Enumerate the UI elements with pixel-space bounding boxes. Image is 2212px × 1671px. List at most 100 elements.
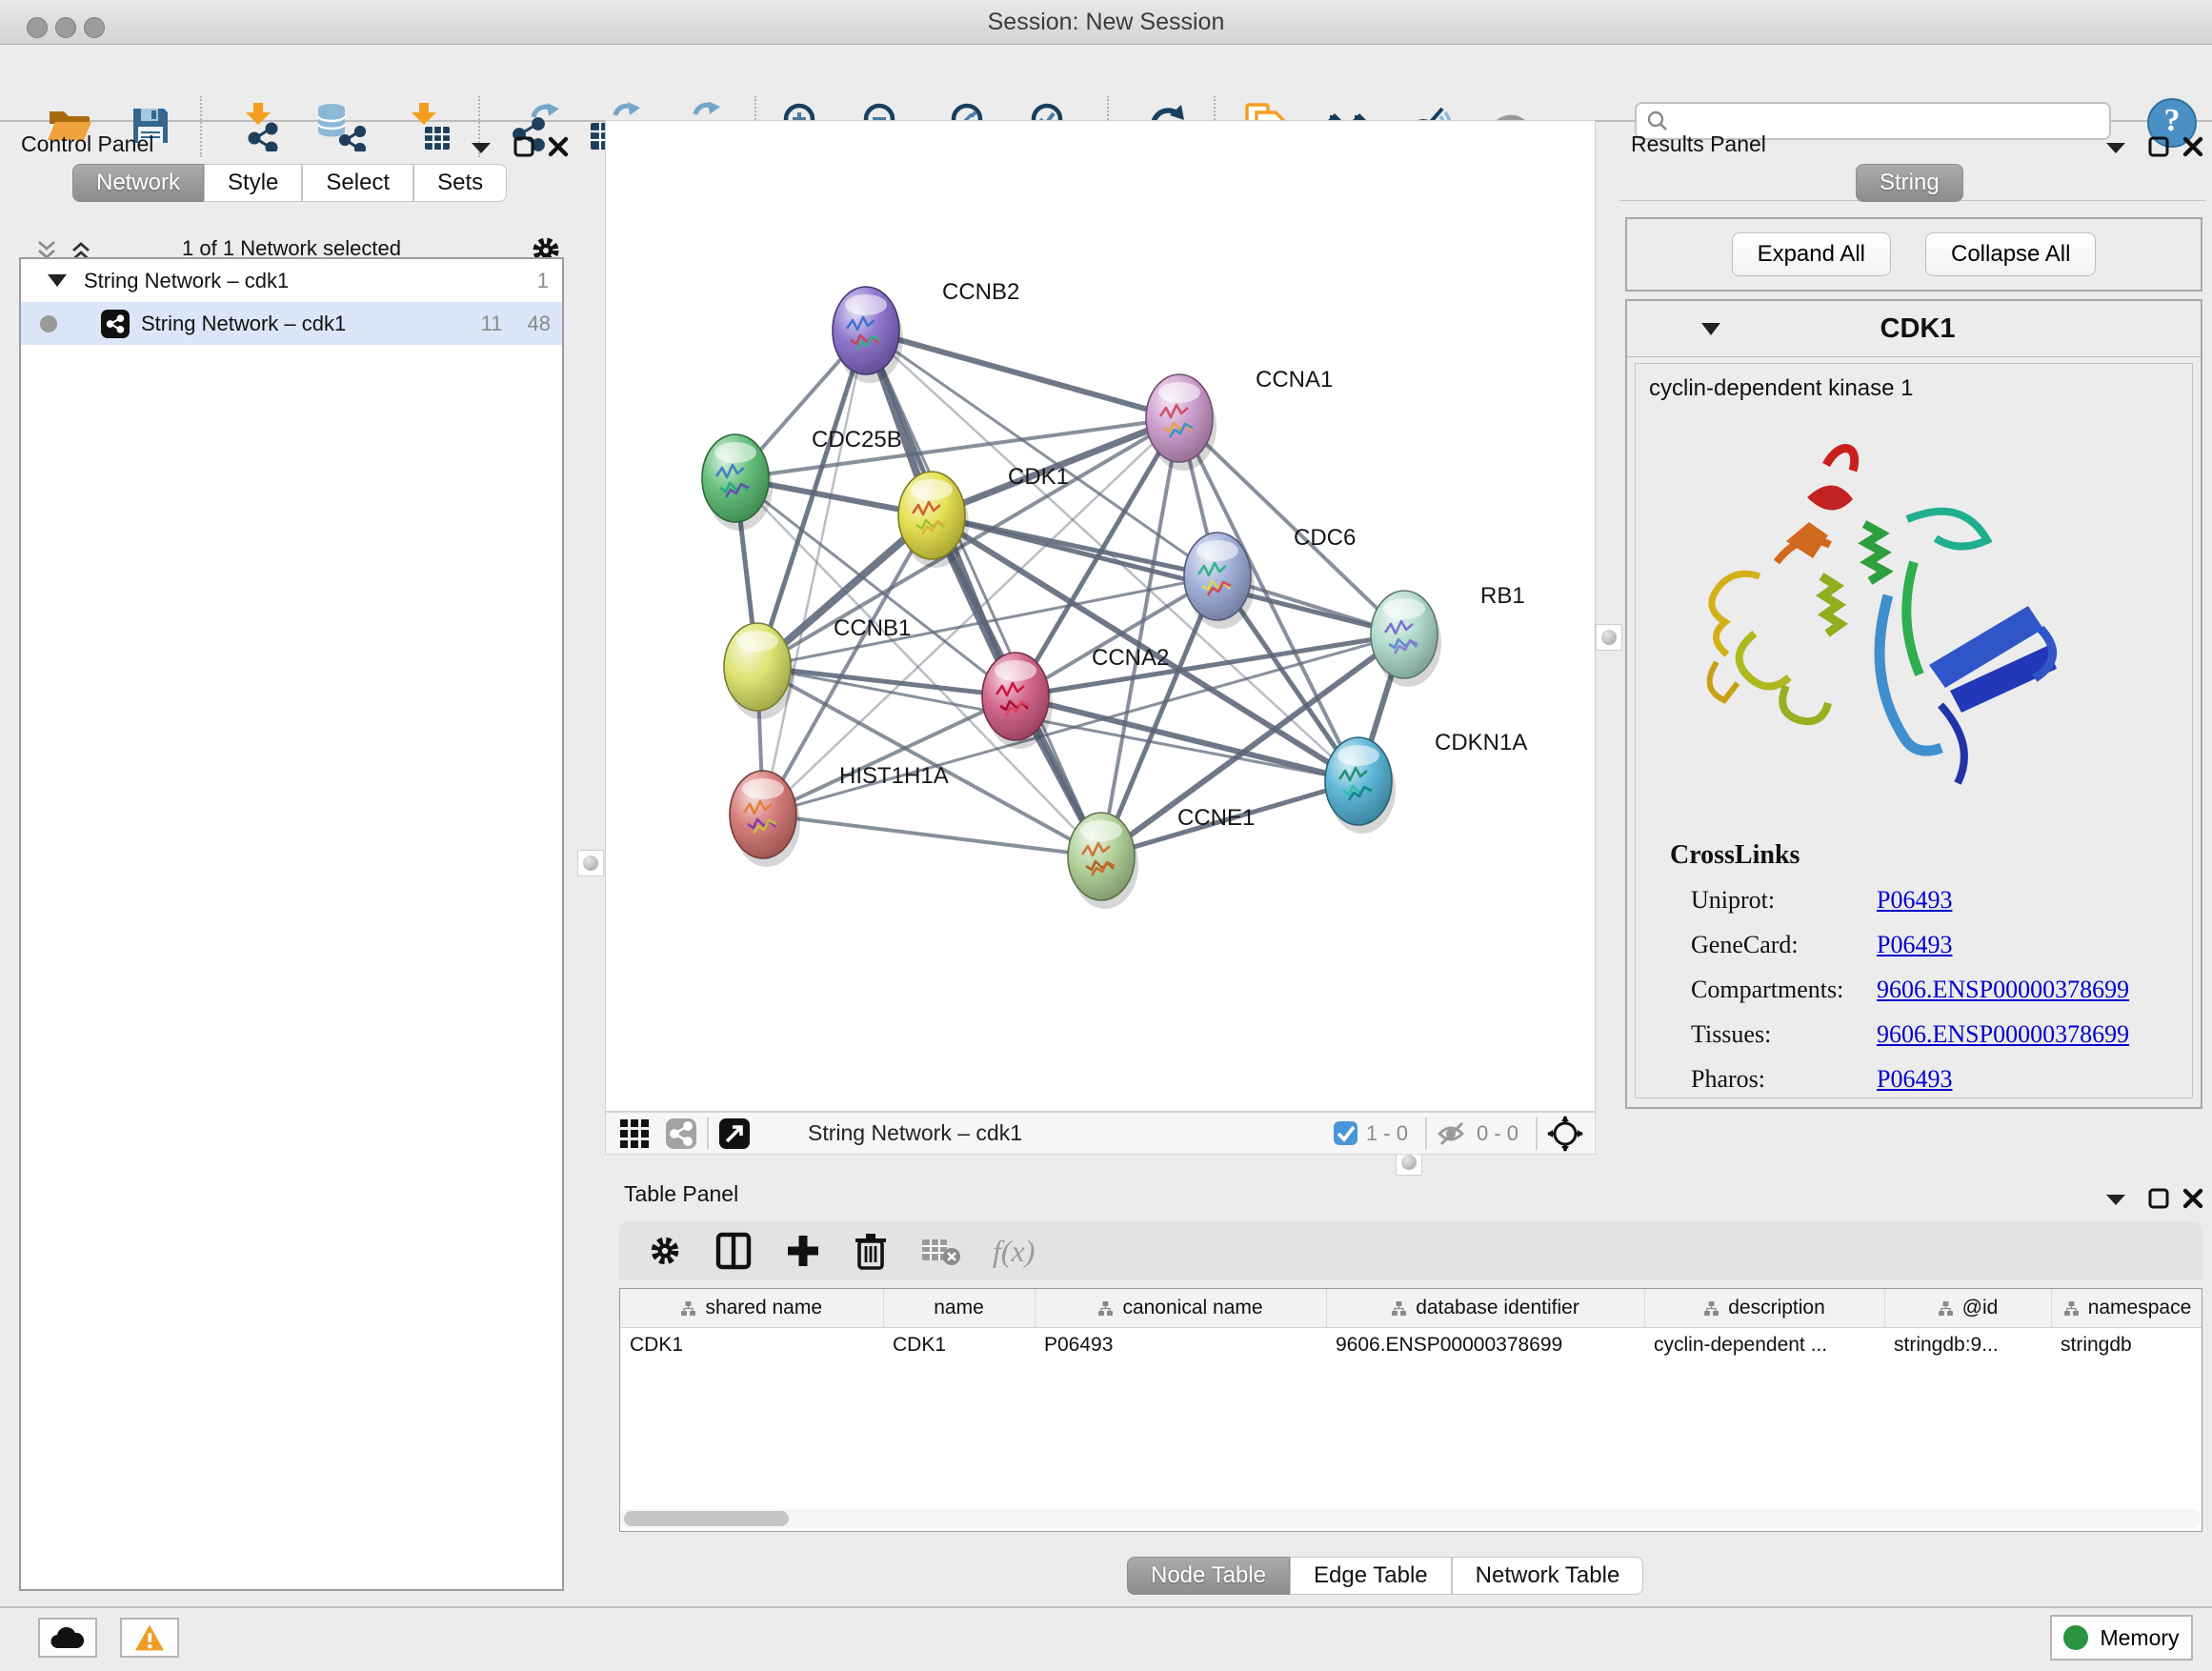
network-canvas[interactable]: CCNB2CCNA1CDC25BCDK1CDC6RB1CCNB1CCNA2CDK… bbox=[605, 120, 1596, 1112]
column-header-shared-name[interactable]: shared name bbox=[620, 1289, 883, 1328]
control-panel-collapse-button[interactable] bbox=[471, 141, 492, 159]
open-in-browser-button[interactable] bbox=[718, 1113, 751, 1155]
table-options-button[interactable] bbox=[648, 1230, 682, 1272]
results-panel-title: Results Panel bbox=[1631, 131, 1766, 157]
node-RB1[interactable]: RB1 bbox=[1371, 583, 1525, 687]
crosslink-link[interactable]: 9606.ENSP00000378699 bbox=[1877, 1020, 2129, 1049]
table-panel-collapse-button[interactable] bbox=[2105, 1193, 2126, 1211]
left-splitter-grip[interactable] bbox=[577, 850, 604, 876]
selected-node-edge-counts: 1 - 0 bbox=[1366, 1121, 1408, 1146]
float-window-icon bbox=[513, 135, 535, 158]
delete-columns-button[interactable] bbox=[854, 1230, 888, 1272]
control-panel-float-button[interactable] bbox=[513, 135, 535, 163]
tree-expander-icon[interactable] bbox=[48, 274, 67, 287]
function-builder-button[interactable]: f(x) bbox=[993, 1230, 1035, 1272]
crosslink-label: Compartments: bbox=[1691, 976, 1877, 1004]
edge-CCNB2-HIST1H1A[interactable] bbox=[763, 331, 866, 815]
warnings-button[interactable] bbox=[120, 1618, 179, 1658]
column-type-icon bbox=[1391, 1300, 1407, 1317]
toolbar-separator bbox=[1536, 1117, 1538, 1150]
crosslink-link[interactable]: 9606.ENSP00000378699 bbox=[1877, 976, 2129, 1004]
delete-table-icon bbox=[920, 1236, 960, 1266]
table-panel-close-button[interactable] bbox=[2182, 1187, 2204, 1215]
current-network-title: String Network – cdk1 bbox=[808, 1120, 1022, 1146]
results-buttons-box: Expand All Collapse All bbox=[1625, 217, 2202, 292]
results-panel-float-button[interactable] bbox=[2147, 135, 2170, 163]
table-panel-float-button[interactable] bbox=[2147, 1187, 2170, 1215]
column-header-namespace[interactable]: namespace bbox=[2051, 1289, 2202, 1328]
birds-eye-view-button[interactable] bbox=[619, 1113, 650, 1155]
plus-icon bbox=[785, 1233, 821, 1269]
column-header-database-identifier[interactable]: database identifier bbox=[1326, 1289, 1644, 1328]
tab-string[interactable]: String bbox=[1856, 164, 1963, 202]
node-label-CDC25B: CDC25B bbox=[812, 427, 902, 453]
network-row[interactable]: String Network – cdk1 11 48 bbox=[21, 302, 562, 345]
table-hscrollbar-track[interactable] bbox=[620, 1509, 2201, 1528]
node-label-CCNE1: CCNE1 bbox=[1177, 805, 1255, 831]
tab-edge-table[interactable]: Edge Table bbox=[1290, 1557, 1452, 1595]
edge-HIST1H1A-CCNE1[interactable] bbox=[763, 815, 1101, 856]
tab-network-table[interactable]: Network Table bbox=[1452, 1557, 1644, 1595]
table-panel-tabs: Node TableEdge TableNetwork Table bbox=[1127, 1557, 1643, 1595]
memory-status-button[interactable]: Memory bbox=[2050, 1615, 2193, 1661]
node-label-RB1: RB1 bbox=[1480, 583, 1525, 609]
crosslink-row: Uniprot:P06493 bbox=[1691, 886, 2129, 915]
protein-structure-image bbox=[1664, 410, 2093, 819]
column-header-@id[interactable]: @id bbox=[1884, 1289, 2051, 1328]
node-label-CDKN1A: CDKN1A bbox=[1435, 730, 1527, 755]
node-CDC25B[interactable]: CDC25B bbox=[702, 427, 902, 531]
crosslink-link[interactable]: P06493 bbox=[1877, 1065, 1952, 1094]
selected-checkbox-icon[interactable] bbox=[1333, 1120, 1358, 1146]
collection-label: String Network – cdk1 bbox=[84, 269, 289, 293]
right-splitter-grip[interactable] bbox=[1596, 624, 1622, 651]
chevron-down-icon bbox=[2105, 1193, 2126, 1206]
tab-node-table[interactable]: Node Table bbox=[1127, 1557, 1290, 1595]
chevron-down-icon bbox=[471, 141, 492, 154]
gene-symbol: CDK1 bbox=[1720, 313, 2115, 345]
import-network-from-database-button[interactable] bbox=[314, 102, 364, 151]
node-CCNA1[interactable]: CCNA1 bbox=[1146, 367, 1333, 471]
tab-network[interactable]: Network bbox=[72, 164, 204, 202]
node-label-CDC6: CDC6 bbox=[1294, 525, 1356, 551]
grid-icon bbox=[619, 1118, 650, 1149]
cloud-status-button[interactable] bbox=[38, 1618, 97, 1658]
node-CCNE1[interactable]: CCNE1 bbox=[1068, 805, 1255, 909]
column-header-name[interactable]: name bbox=[883, 1289, 1035, 1328]
string-panel-toggle-button[interactable] bbox=[665, 1113, 697, 1155]
share-icon bbox=[665, 1117, 697, 1150]
collapse-all-button[interactable]: Collapse All bbox=[1925, 232, 2096, 276]
node-HIST1H1A[interactable]: HIST1H1A bbox=[730, 763, 949, 867]
tab-select[interactable]: Select bbox=[302, 164, 413, 202]
table-row[interactable]: CDK1CDK1P064939606.ENSP00000378699cyclin… bbox=[620, 1328, 2202, 1363]
tab-sets[interactable]: Sets bbox=[413, 164, 507, 202]
node-label-CCNB1: CCNB1 bbox=[834, 615, 911, 641]
expand-all-button[interactable]: Expand All bbox=[1732, 232, 1891, 276]
cloud-icon bbox=[50, 1625, 85, 1650]
gear-icon bbox=[648, 1234, 682, 1268]
network-collection-row[interactable]: String Network – cdk1 1 bbox=[21, 259, 562, 302]
crosslink-link[interactable]: P06493 bbox=[1877, 931, 1952, 959]
show-columns-button[interactable] bbox=[714, 1230, 753, 1272]
column-header-description[interactable]: description bbox=[1644, 1289, 1884, 1328]
node-CDK1[interactable]: CDK1 bbox=[898, 464, 1069, 568]
tab-style[interactable]: Style bbox=[204, 164, 302, 202]
delete-table-button[interactable] bbox=[920, 1230, 960, 1272]
crosslink-link[interactable]: P06493 bbox=[1877, 886, 1952, 915]
results-panel-collapse-button[interactable] bbox=[2105, 141, 2126, 159]
create-column-button[interactable] bbox=[785, 1230, 821, 1272]
import-network-from-file-button[interactable] bbox=[234, 102, 284, 151]
hidden-eye-icon[interactable] bbox=[1437, 1120, 1469, 1147]
table-hscrollbar-thumb[interactable] bbox=[624, 1511, 789, 1526]
network-visibility-dot bbox=[40, 315, 57, 332]
control-panel-close-button[interactable] bbox=[547, 135, 570, 163]
column-header-canonical-name[interactable]: canonical name bbox=[1035, 1289, 1326, 1328]
node-CDKN1A[interactable]: CDKN1A bbox=[1325, 730, 1527, 834]
edge-CCNA1-CDC25B[interactable] bbox=[735, 418, 1179, 478]
import-table-from-file-button[interactable] bbox=[404, 102, 453, 151]
crosshair-icon[interactable] bbox=[1547, 1116, 1583, 1152]
search-input[interactable] bbox=[1677, 108, 2100, 134]
column-type-icon bbox=[1938, 1300, 1954, 1317]
collapse-gene-card-icon[interactable] bbox=[1701, 323, 1720, 335]
results-panel-close-button[interactable] bbox=[2182, 135, 2204, 163]
node-table[interactable]: shared namenamecanonical namedatabase id… bbox=[619, 1288, 2202, 1532]
